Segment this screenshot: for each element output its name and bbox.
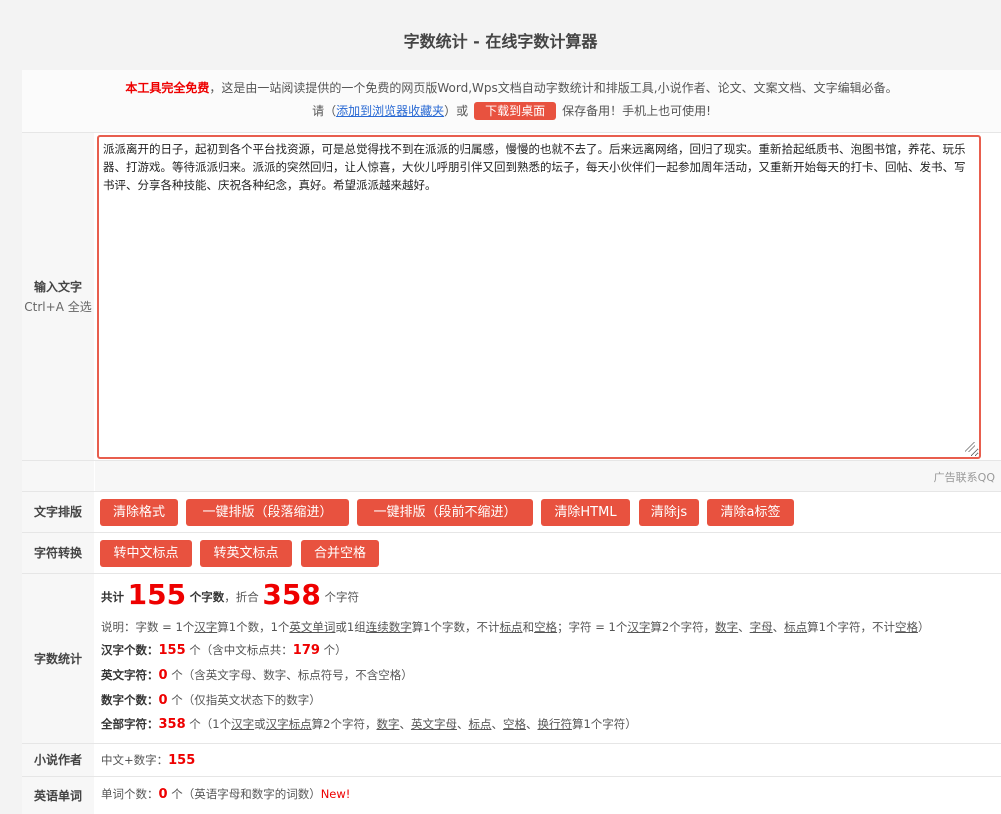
- stats-content: 共计 155 个字数，折合 358 个字符 说明：字数 = 1个汉字算1个数，1…: [101, 574, 1001, 743]
- save-text: 保存备用！手机上也可使用!: [562, 104, 711, 118]
- text-input[interactable]: 派派离开的日子，起初到各个平台找资源，可是总觉得找不到在派派的归属感，慢慢的也就…: [97, 135, 981, 459]
- layout-label: 文字排版: [22, 492, 94, 532]
- english-cell: 单词个数：0 个（英语字母和数字的词数）New!: [95, 777, 1001, 814]
- han-line: 汉字个数：155 个（含中文标点共：179 个）: [101, 643, 347, 658]
- auto-layout-no-indent-button[interactable]: 一键排版（段前不缩进）: [357, 499, 533, 526]
- english-row: 英语单词 单词个数：0 个（英语字母和数字的词数）New!: [22, 776, 1001, 814]
- char-count: 358: [262, 578, 321, 611]
- explain-line: 说明：字数 = 1个汉字算1个数，1个英文单词或1组连续数字算1个字数，不计标点…: [101, 620, 930, 634]
- download-desktop-button[interactable]: 下载到桌面: [474, 102, 557, 120]
- novel-count: 155: [168, 753, 196, 768]
- english-count: 0: [158, 787, 168, 802]
- auto-layout-indent-button[interactable]: 一键排版（段落缩进）: [186, 499, 349, 526]
- novel-label: 小说作者: [22, 744, 94, 776]
- novel-cell: 中文+数字：155: [95, 744, 1001, 776]
- free-text: 本工具完全免费: [125, 81, 210, 95]
- convert-label: 字符转换: [22, 533, 94, 573]
- han-count: 155: [158, 643, 186, 658]
- notice-line-1: 本工具完全免费，这是由一站阅读提供的一个免费的网页版Word,Wps文档自动字数…: [22, 79, 1001, 96]
- layout-cell: 清除格式 一键排版（段落缩进） 一键排版（段前不缩进） 清除HTML 清除js …: [95, 492, 1001, 532]
- ad-contact-link[interactable]: 广告联系QQ: [934, 469, 995, 485]
- english-label: 英语单词: [22, 777, 94, 814]
- to-chinese-punct-button[interactable]: 转中文标点: [100, 540, 192, 567]
- num-line: 数字个数：0 个（仅指英文状态下的数字）: [101, 693, 321, 708]
- ad-cell: 广告联系QQ: [95, 461, 1001, 491]
- char-unit: 个字符: [324, 590, 360, 604]
- input-cell: 派派离开的日子，起初到各个平台找资源，可是总觉得找不到在派派的归属感，慢慢的也就…: [95, 133, 1001, 460]
- notice-box: 本工具完全免费，这是由一站阅读提供的一个免费的网页版Word,Wps文档自动字数…: [22, 70, 1001, 132]
- total-line: 共计 155 个字数，折合 358 个字符: [101, 578, 359, 611]
- convert-cell: 转中文标点 转英文标点 合并空格: [95, 533, 1001, 573]
- or-text: ）或: [444, 104, 469, 118]
- stats-label: 字数统计: [22, 574, 94, 743]
- clear-format-button[interactable]: 清除格式: [100, 499, 178, 526]
- convert-row: 字符转换 转中文标点 转英文标点 合并空格: [22, 532, 1001, 573]
- to-english-punct-button[interactable]: 转英文标点: [200, 540, 292, 567]
- page-title: 字数统计 - 在线字数计算器: [403, 32, 598, 51]
- en-count: 0: [158, 668, 168, 683]
- english-line: 单词个数：0 个（英语字母和数字的词数）New!: [101, 787, 351, 802]
- input-label-text: 输入文字: [33, 279, 82, 294]
- novel-row: 小说作者 中文+数字：155: [22, 743, 1001, 776]
- han-punct-count: 179: [292, 643, 320, 658]
- word-count: 155: [127, 578, 187, 611]
- notice-desc: ，这是由一站阅读提供的一个免费的网页版Word,Wps文档自动字数统计和排版工具…: [209, 81, 898, 95]
- ad-row-label: [22, 461, 94, 491]
- novel-line: 中文+数字：155: [101, 753, 196, 768]
- num-count: 0: [158, 693, 168, 708]
- input-label: 输入文字 Ctrl+A 全选: [22, 133, 94, 460]
- layout-row: 文字排版 清除格式 一键排版（段落缩进） 一键排版（段前不缩进） 清除HTML …: [22, 491, 1001, 532]
- clear-html-button[interactable]: 清除HTML: [541, 499, 630, 526]
- total-prefix: 共计: [101, 590, 124, 604]
- stats-row: 字数统计 共计 155 个字数，折合 358 个字符 说明：字数 = 1个汉字算…: [22, 573, 1001, 743]
- all-count: 358: [158, 717, 186, 732]
- notice-line-2: 请（添加到浏览器收藏夹）或 下载到桌面 保存备用！手机上也可使用!: [22, 102, 1001, 120]
- ad-row: 广告联系QQ: [22, 460, 1001, 491]
- equiv-text: ，折合: [224, 590, 259, 604]
- new-badge: New!: [320, 787, 351, 801]
- clear-js-button[interactable]: 清除js: [639, 499, 699, 526]
- input-row: 输入文字 Ctrl+A 全选 派派离开的日子，起初到各个平台找资源，可是总觉得找不…: [22, 132, 1001, 460]
- please-text: 请（: [312, 104, 337, 118]
- bookmark-link[interactable]: 添加到浏览器收藏夹: [336, 104, 444, 118]
- main-panel: 本工具完全免费，这是由一站阅读提供的一个免费的网页版Word,Wps文档自动字数…: [22, 70, 1001, 814]
- stats-cell: 共计 155 个字数，折合 358 个字符 说明：字数 = 1个汉字算1个数，1…: [95, 574, 1001, 743]
- clear-a-tag-button[interactable]: 清除a标签: [707, 499, 794, 526]
- en-line: 英文字符：0 个（含英文字母、数字、标点符号，不含空格）: [101, 668, 413, 683]
- merge-spaces-button[interactable]: 合并空格: [301, 540, 379, 567]
- resize-grip-icon[interactable]: [965, 442, 975, 452]
- all-line: 全部字符：358 个（1个汉字或汉字标点算2个字符，数字、英文字母、标点、空格、…: [101, 717, 637, 732]
- word-unit: 个字数: [189, 590, 225, 604]
- select-all-hint: Ctrl+A 全选: [24, 299, 92, 314]
